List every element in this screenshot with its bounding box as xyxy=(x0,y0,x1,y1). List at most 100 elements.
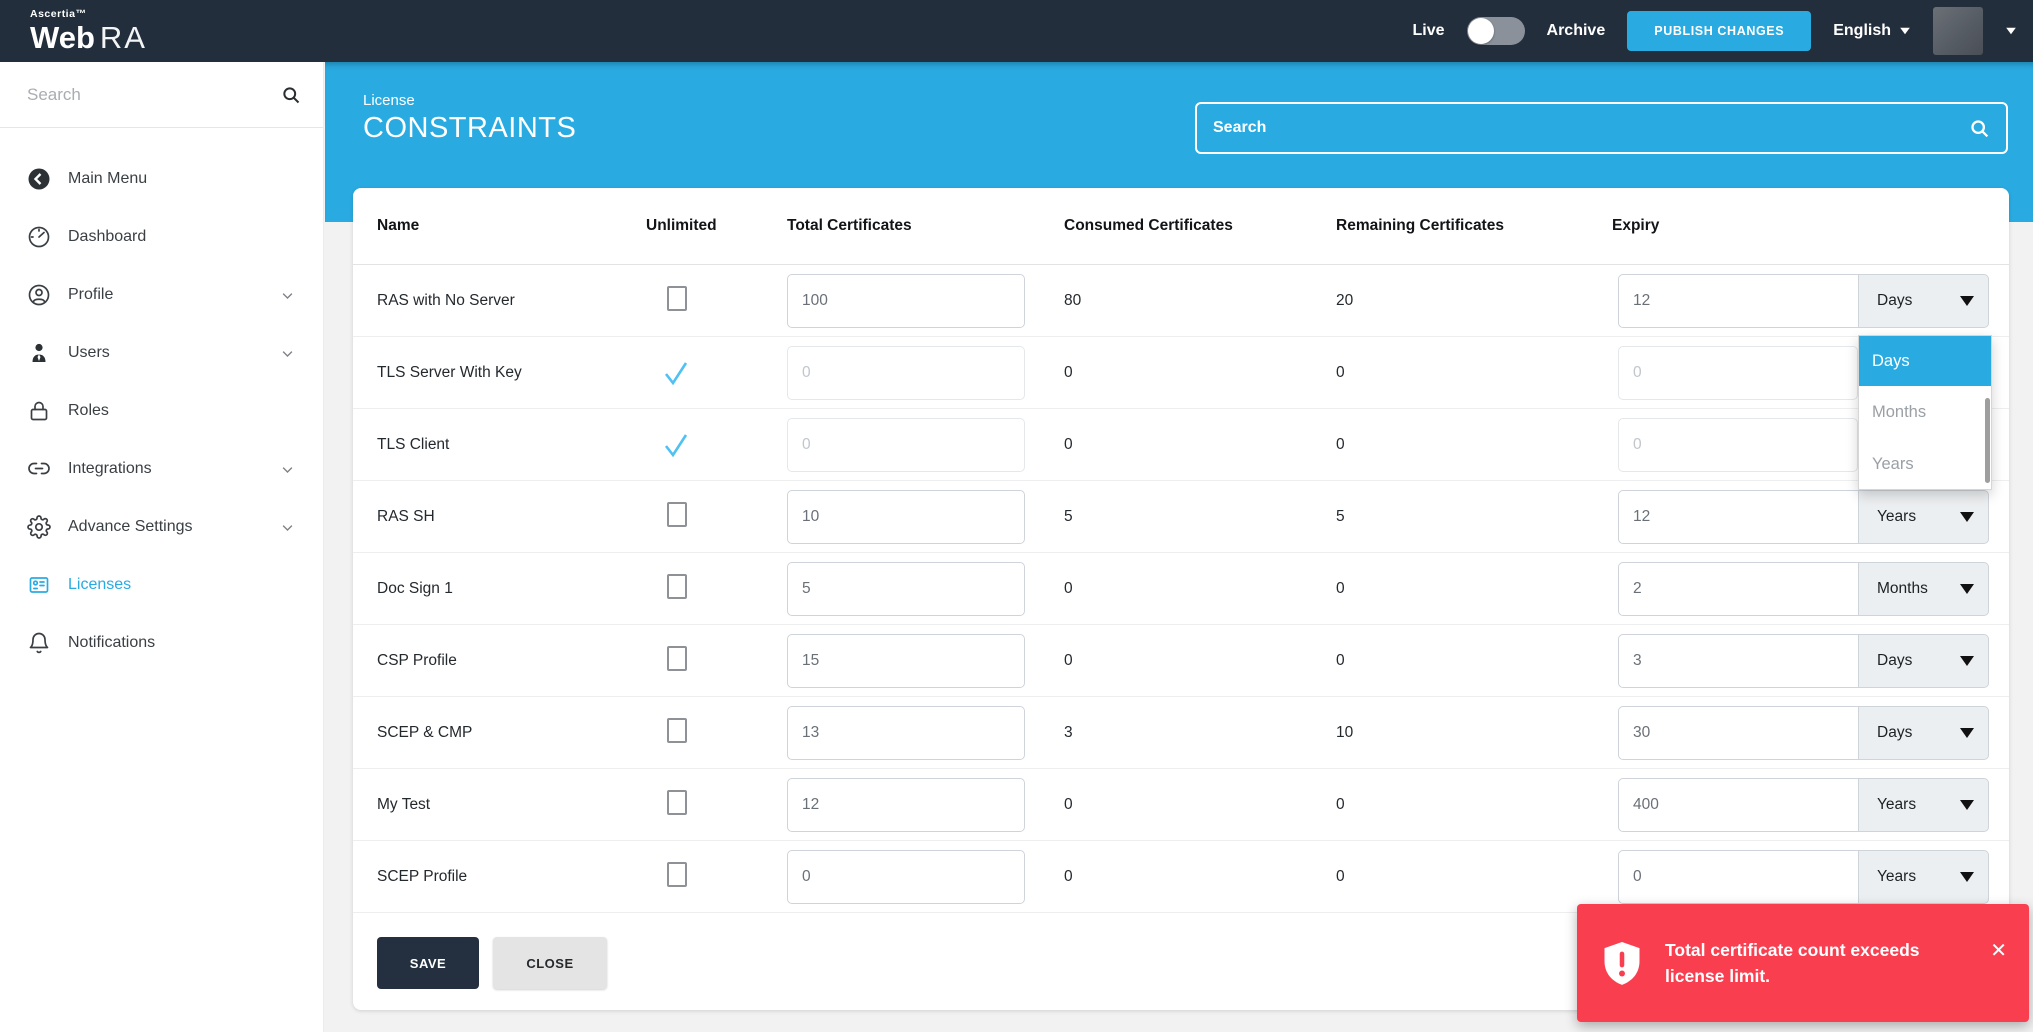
row-name: SCEP & CMP xyxy=(353,724,646,742)
row-name: CSP Profile xyxy=(353,652,646,670)
save-button[interactable]: SAVE xyxy=(377,937,479,989)
sidebar-menu: Main Menu Dashboard Profile Users Roles Int… xyxy=(0,128,323,672)
search-icon[interactable] xyxy=(281,85,301,105)
expiry-value-input[interactable] xyxy=(1618,706,1858,760)
table-search-input[interactable] xyxy=(1213,119,1969,137)
chevron-down-icon xyxy=(1960,872,1974,882)
page-eyebrow: License xyxy=(363,92,576,109)
remaining-certificates-value: 0 xyxy=(1336,436,1612,454)
unlimited-checkbox[interactable] xyxy=(667,286,687,311)
row-name: Doc Sign 1 xyxy=(353,580,646,598)
error-toast: Total certificate count exceeds license … xyxy=(1577,904,2029,1022)
gauge-icon xyxy=(27,225,51,249)
expiry-unit-label: Years xyxy=(1877,508,1916,526)
expiry-unit-label: Months xyxy=(1877,580,1928,598)
chevron-down-icon xyxy=(280,346,295,361)
back-circle-icon xyxy=(27,167,51,191)
expiry-value-input[interactable] xyxy=(1618,634,1858,688)
sidebar-item-notifications[interactable]: Notifications xyxy=(0,614,323,672)
expiry-unit-select[interactable]: Days xyxy=(1858,706,1989,760)
unlimited-checkbox[interactable] xyxy=(667,646,687,671)
brand-product-ra: RA xyxy=(100,20,147,55)
expiry-unit-select[interactable]: Months xyxy=(1858,562,1989,616)
total-certificates-input[interactable] xyxy=(787,850,1025,904)
consumed-certificates-value: 3 xyxy=(1064,724,1336,742)
expiry-unit-select[interactable]: Years xyxy=(1858,490,1989,544)
brand-product-web: Web xyxy=(30,20,95,55)
remaining-certificates-value: 0 xyxy=(1336,652,1612,670)
chevron-down-icon xyxy=(1960,296,1974,306)
expiry-value-input[interactable] xyxy=(1618,274,1858,328)
unlimited-checkbox[interactable] xyxy=(667,718,687,743)
constraints-table-card: Name Unlimited Total Certificates Consum… xyxy=(353,188,2009,1010)
page-title: CONSTRAINTS xyxy=(363,112,576,145)
expiry-value-input[interactable] xyxy=(1618,562,1858,616)
sidebar-item-profile[interactable]: Profile xyxy=(0,266,323,324)
chevron-down-icon xyxy=(1900,28,1910,34)
sidebar: Main Menu Dashboard Profile Users Roles Int… xyxy=(0,62,324,1032)
shield-alert-icon xyxy=(1601,940,1643,986)
total-certificates-input[interactable] xyxy=(787,634,1025,688)
total-certificates-input[interactable] xyxy=(787,490,1025,544)
unlimited-checkbox[interactable] xyxy=(667,862,687,887)
sidebar-item-integrations[interactable]: Integrations xyxy=(0,440,323,498)
expiry-value-input[interactable] xyxy=(1618,418,1858,472)
sidebar-item-label: Licenses xyxy=(68,576,131,594)
link-icon xyxy=(27,457,51,481)
unlimited-check-icon xyxy=(660,359,692,387)
expiry-unit-label: Years xyxy=(1877,868,1916,886)
gear-icon xyxy=(27,515,51,539)
total-certificates-input[interactable] xyxy=(787,418,1025,472)
total-certificates-input[interactable] xyxy=(787,274,1025,328)
unlimited-checkbox[interactable] xyxy=(667,790,687,815)
sidebar-item-label: Dashboard xyxy=(68,228,146,246)
sidebar-item-dashboard[interactable]: Dashboard xyxy=(0,208,323,266)
expiry-unit-select[interactable]: Years xyxy=(1858,778,1989,832)
avatar-menu-caret-icon[interactable] xyxy=(2006,28,2016,34)
total-certificates-input[interactable] xyxy=(787,778,1025,832)
row-name: TLS Client xyxy=(353,436,646,454)
expiry-unit-label: Days xyxy=(1877,292,1912,310)
expiry-value-input[interactable] xyxy=(1618,778,1858,832)
dropdown-option-years[interactable]: Years xyxy=(1859,438,1991,490)
dropdown-option-months[interactable]: Months xyxy=(1859,386,1991,438)
expiry-unit-dropdown-menu: Days Months Years xyxy=(1858,335,1992,490)
table-row: SCEP & CMP 3 10 Days xyxy=(353,697,2009,769)
sidebar-item-label: Integrations xyxy=(68,460,152,478)
publish-changes-button[interactable]: PUBLISH CHANGES xyxy=(1627,11,1811,51)
expiry-value-input[interactable] xyxy=(1618,346,1858,400)
expiry-unit-select[interactable]: Days xyxy=(1858,274,1989,328)
close-icon[interactable]: ✕ xyxy=(1990,938,2007,963)
sidebar-item-licenses[interactable]: Licenses xyxy=(0,556,323,614)
live-archive-toggle[interactable] xyxy=(1467,17,1525,45)
chevron-down-icon xyxy=(1960,512,1974,522)
expiry-value-input[interactable] xyxy=(1618,850,1858,904)
expiry-value-input[interactable] xyxy=(1618,490,1858,544)
expiry-unit-select[interactable]: Days xyxy=(1858,634,1989,688)
sidebar-item-main-menu[interactable]: Main Menu xyxy=(0,150,323,208)
expiry-unit-select[interactable]: Years xyxy=(1858,850,1989,904)
brand-company: Ascertia™ xyxy=(30,9,147,20)
sidebar-item-users[interactable]: Users xyxy=(0,324,323,382)
sidebar-search-input[interactable] xyxy=(27,85,281,105)
sidebar-item-advance-settings[interactable]: Advance Settings xyxy=(0,498,323,556)
total-certificates-input[interactable] xyxy=(787,562,1025,616)
dropdown-scrollbar[interactable] xyxy=(1985,398,1990,483)
sidebar-item-roles[interactable]: Roles xyxy=(0,382,323,440)
search-icon[interactable] xyxy=(1969,118,1990,139)
language-dropdown[interactable]: English xyxy=(1833,22,1911,40)
avatar[interactable] xyxy=(1933,7,1983,55)
table-search-box xyxy=(1195,102,2008,154)
total-certificates-input[interactable] xyxy=(787,706,1025,760)
dropdown-option-days[interactable]: Days xyxy=(1859,336,1991,386)
toggle-knob[interactable] xyxy=(1468,18,1494,44)
license-card-icon xyxy=(27,573,51,597)
total-certificates-input[interactable] xyxy=(787,346,1025,400)
unlimited-checkbox[interactable] xyxy=(667,502,687,527)
column-header-remaining: Remaining Certificates xyxy=(1336,217,1612,235)
main-content: License CONSTRAINTS Name Unlimited Total… xyxy=(325,62,2033,1032)
close-button[interactable]: CLOSE xyxy=(493,937,607,989)
unlimited-checkbox[interactable] xyxy=(667,574,687,599)
bell-icon xyxy=(27,631,51,655)
chevron-down-icon xyxy=(1960,584,1974,594)
